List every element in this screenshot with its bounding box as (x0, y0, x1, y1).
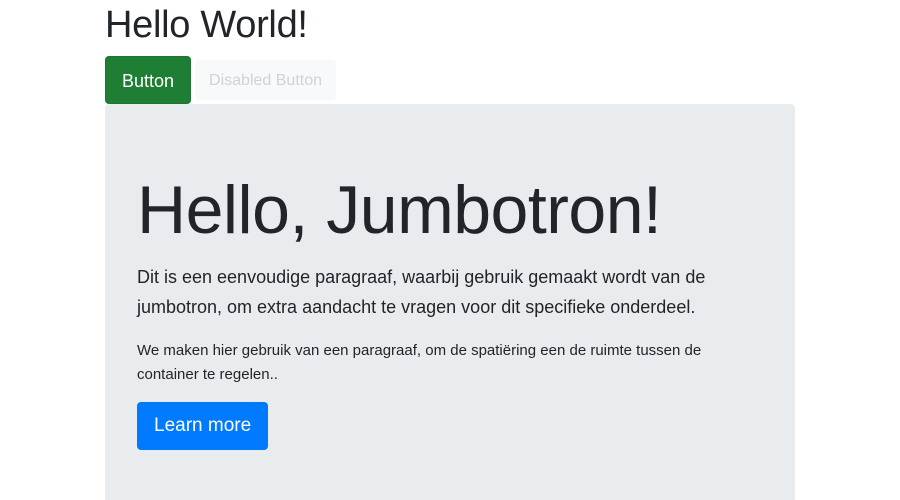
jumbotron: Hello, Jumbotron! Dit is een eenvoudige … (105, 104, 795, 500)
button-row: Button Disabled Button (105, 56, 337, 104)
success-button[interactable]: Button (105, 56, 192, 104)
jumbotron-lead: Dit is een eenvoudige paragraaf, waarbij… (137, 267, 706, 317)
learn-more-button[interactable]: Learn more (137, 402, 269, 450)
jumbotron-text: We maken hier gebruik van een paragraaf,… (137, 342, 702, 383)
page-title: Hello World! (105, 4, 308, 46)
jumbotron-title: Hello, Jumbotron! (137, 172, 662, 248)
disabled-button: Disabled Button (195, 60, 337, 100)
